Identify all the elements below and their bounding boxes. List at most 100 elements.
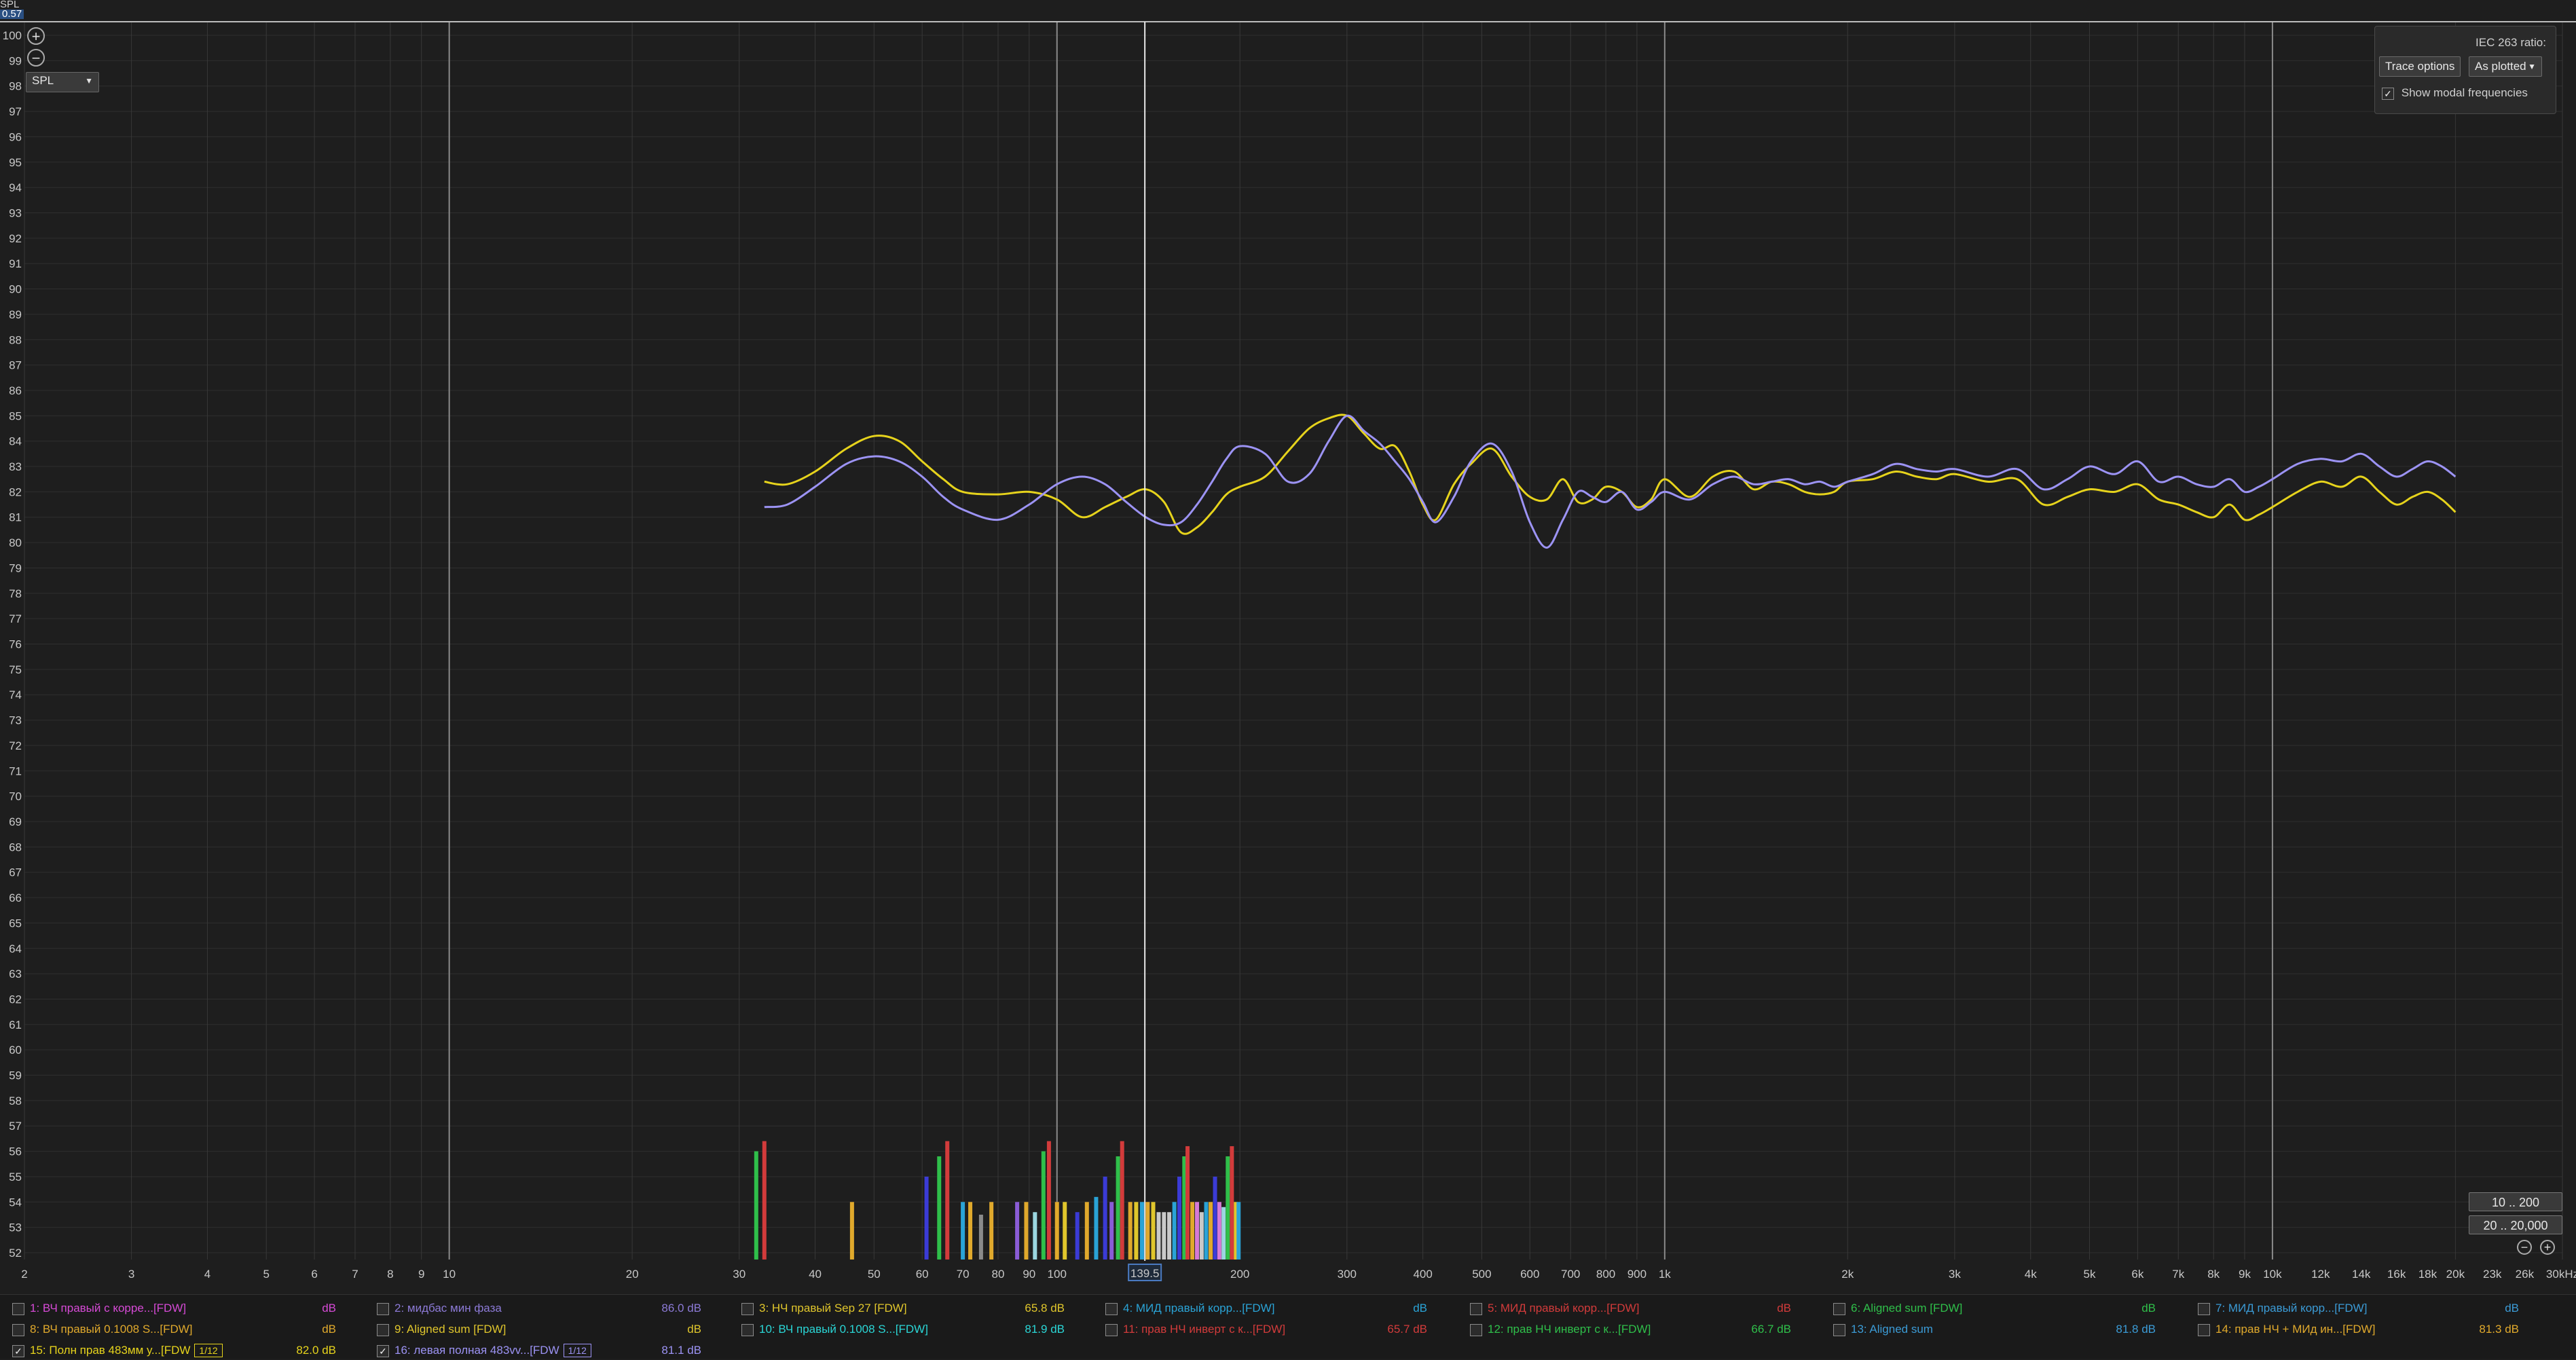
modal-bar bbox=[1063, 1202, 1067, 1260]
x-tick-label: 18k bbox=[2418, 1268, 2437, 1281]
y-tick-label: 59 bbox=[9, 1069, 22, 1082]
modal-bar bbox=[978, 1214, 983, 1260]
y-scale-select[interactable]: SPL ▼ bbox=[26, 72, 99, 92]
trace-item[interactable]: 5: МИД правый корр...[FDW] dB bbox=[1470, 1299, 1791, 1318]
y-cursor-value: 0.57 bbox=[0, 9, 24, 19]
y-tick-label: 57 bbox=[9, 1120, 22, 1133]
trace-db-value: 66.7 dB bbox=[1751, 1323, 1791, 1336]
x-tick-label: 9 bbox=[418, 1268, 424, 1281]
zoom-out-icon[interactable]: − bbox=[27, 49, 45, 67]
y-tick-label: 93 bbox=[9, 206, 22, 219]
trace-checkbox[interactable] bbox=[1470, 1302, 1482, 1315]
x-tick-label: 6k bbox=[2131, 1268, 2143, 1281]
trace-item[interactable]: 11: прав НЧ инверт с к...[FDW] 65.7 dB bbox=[1105, 1320, 1427, 1339]
y-tick-label: 54 bbox=[9, 1196, 22, 1209]
x-tick-label: 12k bbox=[2311, 1268, 2330, 1281]
modal-bar bbox=[945, 1141, 950, 1260]
range-10-200-button[interactable]: 10 .. 200 bbox=[2469, 1192, 2562, 1211]
zoom-in-icon[interactable]: + bbox=[27, 27, 45, 45]
modal-bar bbox=[1177, 1176, 1182, 1260]
trace-item[interactable]: 6: Aligned sum [FDW] dB bbox=[1833, 1299, 2156, 1318]
trace-checkbox[interactable] bbox=[1105, 1323, 1118, 1336]
x-tick-label: 10 bbox=[443, 1268, 456, 1281]
trace-smoothing-badge[interactable]: 1/12 bbox=[563, 1344, 591, 1357]
x-tick-label: 4 bbox=[204, 1268, 210, 1281]
y-tick-label: 90 bbox=[9, 283, 22, 296]
x-axis-ticks: 2 3 4 5 6 7 8 9 10 20 30 40 50 60 70 80 90 100 200 300 400 50… bbox=[21, 1268, 2576, 1281]
zoom-in-x-icon[interactable]: + bbox=[2540, 1240, 2555, 1255]
trace-checkbox[interactable] bbox=[2198, 1302, 2210, 1315]
trace-item[interactable]: 3: НЧ правый Sep 27 [FDW] 65.8 dB bbox=[741, 1299, 1065, 1318]
x-tick-label: 30kHz bbox=[2546, 1268, 2576, 1281]
trace-label: 2: мидбас мин фаза bbox=[394, 1302, 502, 1315]
y-tick-label: 94 bbox=[9, 181, 22, 194]
trace-item[interactable]: 4: МИД правый корр...[FDW] dB bbox=[1105, 1299, 1427, 1318]
trace-smoothing-badge[interactable]: 1/12 bbox=[194, 1344, 223, 1357]
trace-db-value: 81.8 dB bbox=[2116, 1323, 2156, 1336]
trace-item[interactable]: 10: ВЧ правый 0.1008 S...[FDW] 81.9 dB bbox=[741, 1320, 1065, 1339]
range-20-20000-button[interactable]: 20 .. 20,000 bbox=[2469, 1215, 2562, 1234]
x-tick-label: 600 bbox=[1520, 1268, 1539, 1281]
trace-db-value: 86.0 dB bbox=[661, 1302, 701, 1315]
y-tick-label: 100 bbox=[3, 29, 22, 42]
trace-item[interactable]: 13: Aligned sum 81.8 dB bbox=[1833, 1320, 2156, 1339]
zoom-out-x-icon[interactable]: − bbox=[2517, 1240, 2532, 1255]
trace-db-value: dB bbox=[322, 1302, 336, 1315]
y-tick-label: 98 bbox=[9, 80, 22, 93]
modal-bar bbox=[1103, 1176, 1107, 1260]
x-tick-label: 14k bbox=[2352, 1268, 2371, 1281]
spl-graph[interactable]: 5253545556575859606162636465666768697071… bbox=[0, 0, 2576, 1358]
trace-checkbox[interactable] bbox=[377, 1302, 389, 1315]
trace-checkbox[interactable]: ✓ bbox=[12, 1344, 24, 1357]
plot-mode-select[interactable]: As plotted ▼ bbox=[2469, 56, 2542, 77]
modal-bar bbox=[937, 1156, 942, 1260]
trace-checkbox[interactable] bbox=[12, 1323, 24, 1336]
trace-checkbox[interactable]: ✓ bbox=[377, 1344, 389, 1357]
x-tick-label: 23k bbox=[2483, 1268, 2502, 1281]
trace-db-value: dB bbox=[2141, 1302, 2156, 1315]
trace-checkbox[interactable] bbox=[1833, 1302, 1845, 1315]
show-modal-checkbox[interactable]: ✓ bbox=[2382, 87, 2394, 100]
modal-bar bbox=[1015, 1202, 1020, 1260]
trace-label: 14: прав НЧ + МИд ин...[FDW] bbox=[2215, 1323, 2376, 1336]
trace-item[interactable]: 1: ВЧ правый с корре...[FDW] dB bbox=[12, 1299, 336, 1318]
trace-item[interactable]: 7: МИД правый корр...[FDW] dB bbox=[2198, 1299, 2519, 1318]
trace-item[interactable]: ✓ 16: левая полная 483vv...[FDW 1/12 81.1 d… bbox=[377, 1341, 701, 1360]
trace-item[interactable]: 8: ВЧ правый 0.1008 S...[FDW] dB bbox=[12, 1320, 336, 1339]
trace-label: 15: Полн прав 483мм у...[FDW bbox=[30, 1344, 191, 1357]
trace-checkbox[interactable] bbox=[1833, 1323, 1845, 1336]
modal-bar bbox=[1167, 1212, 1172, 1260]
trace-label: 12: прав НЧ инверт с к...[FDW] bbox=[1488, 1323, 1651, 1336]
trace-db-value: dB bbox=[2505, 1302, 2519, 1315]
modal-bar bbox=[762, 1141, 767, 1260]
trace-item[interactable]: 9: Aligned sum [FDW] dB bbox=[377, 1320, 701, 1339]
trace-checkbox[interactable] bbox=[741, 1323, 754, 1336]
modal-bar bbox=[849, 1202, 854, 1260]
x-tick-label: 26k bbox=[2516, 1268, 2535, 1281]
trace-item[interactable]: ✓ 15: Полн прав 483мм у...[FDW 1/12 82.0 dB bbox=[12, 1341, 336, 1360]
y-tick-label: 80 bbox=[9, 536, 22, 549]
trace-checkbox[interactable] bbox=[741, 1302, 754, 1315]
trace-checkbox[interactable] bbox=[1470, 1323, 1482, 1336]
trace-checkbox[interactable] bbox=[1105, 1302, 1118, 1315]
trace-item[interactable]: 2: мидбас мин фаза 86.0 dB bbox=[377, 1299, 701, 1318]
trace-item[interactable]: 12: прав НЧ инверт с к...[FDW] 66.7 dB bbox=[1470, 1320, 1791, 1339]
plot-mode-value: As plotted bbox=[2475, 60, 2526, 73]
y-tick-label: 91 bbox=[9, 257, 22, 270]
modal-bar bbox=[1134, 1202, 1139, 1260]
trace-checkbox[interactable] bbox=[12, 1302, 24, 1315]
trace-item[interactable]: 14: прав НЧ + МИд ин...[FDW] 81.3 dB bbox=[2198, 1320, 2519, 1339]
trace-label: 16: левая полная 483vv...[FDW bbox=[394, 1344, 559, 1357]
trace-db-value: 81.3 dB bbox=[2479, 1323, 2519, 1336]
y-tick-label: 97 bbox=[9, 105, 22, 118]
x-tick-label: 8 bbox=[387, 1268, 393, 1281]
trace-options-button[interactable]: Trace options bbox=[2379, 56, 2461, 77]
trace-checkbox[interactable] bbox=[2198, 1323, 2210, 1336]
trace-label: 8: ВЧ правый 0.1008 S...[FDW] bbox=[30, 1323, 193, 1336]
trace-checkbox[interactable] bbox=[377, 1323, 389, 1336]
plot-area[interactable] bbox=[24, 20, 2576, 1263]
modal-bar bbox=[1145, 1202, 1150, 1260]
show-modal-row[interactable]: ✓ Show modal frequencies bbox=[2382, 86, 2528, 100]
x-tick-label: 70 bbox=[957, 1268, 970, 1281]
trace-label: 6: Aligned sum [FDW] bbox=[1851, 1302, 1963, 1315]
